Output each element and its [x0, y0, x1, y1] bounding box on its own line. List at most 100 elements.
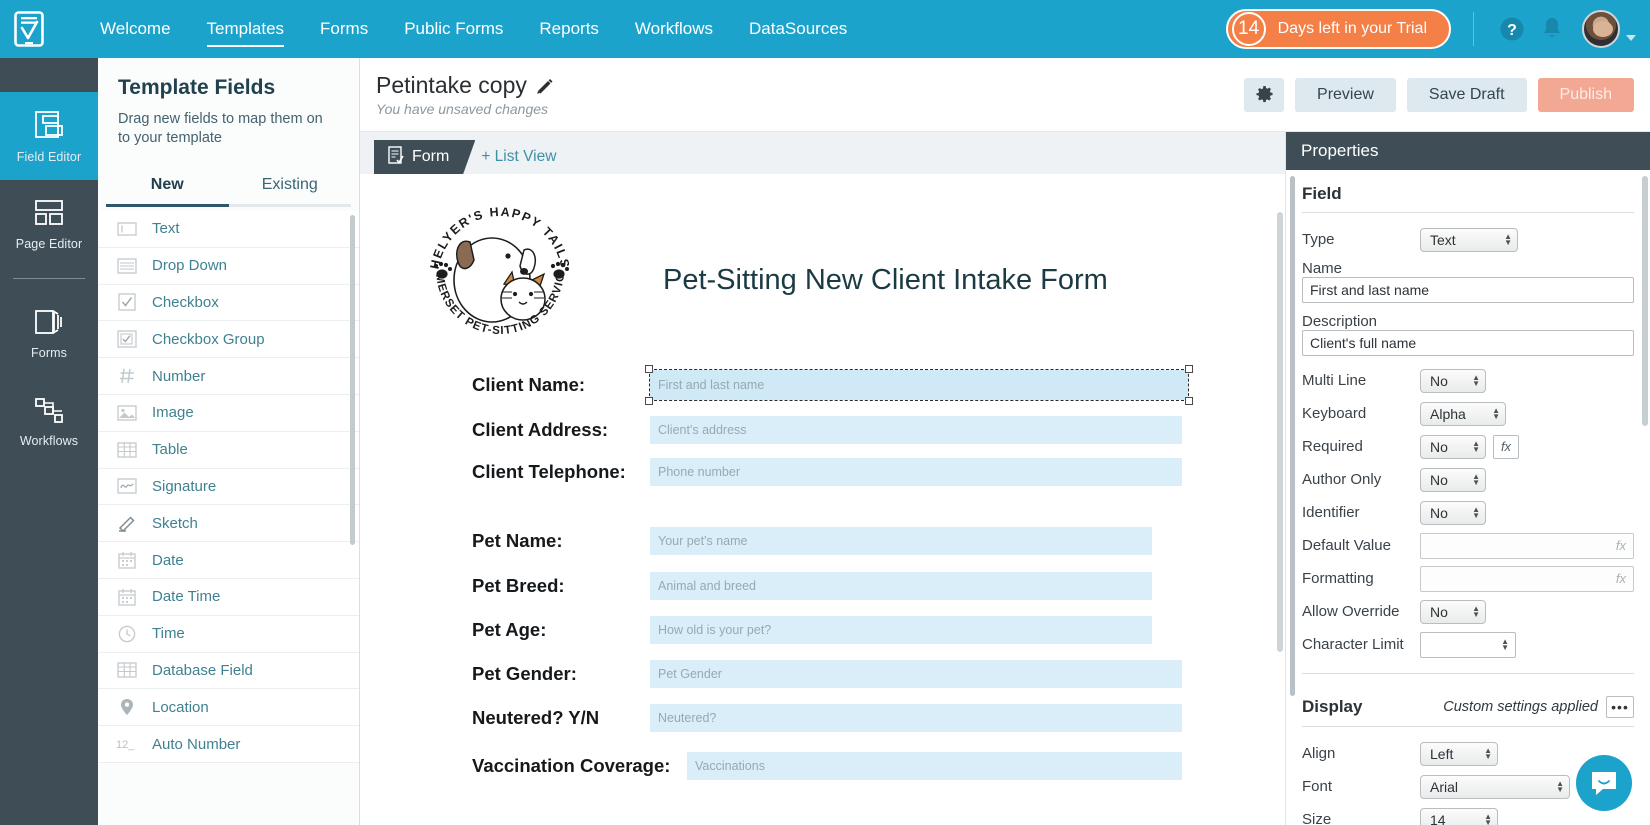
- rail-item-page-editor[interactable]: Page Editor: [0, 180, 98, 268]
- form-label-client-telephone: Client Telephone:: [472, 461, 626, 482]
- type-select[interactable]: Text ▲ ▼: [1420, 227, 1518, 252]
- template-fields-title: Template Fields: [118, 76, 276, 99]
- default-value-input[interactable]: fx: [1420, 532, 1634, 559]
- description-input[interactable]: [1302, 330, 1634, 356]
- field-label-number: Number: [152, 367, 206, 385]
- stepper-arrows-icon: ▲ ▼: [1556, 778, 1564, 794]
- publish-button[interactable]: Publish: [1537, 77, 1634, 112]
- main-nav-items: Welcome Templates Forms Public Forms Rep…: [82, 11, 865, 47]
- resize-handle-tl[interactable]: [645, 365, 653, 373]
- field-list-scrollbar[interactable]: [350, 215, 355, 545]
- multi-line-select[interactable]: No ▲ ▼: [1420, 368, 1486, 393]
- display-more-options-button[interactable]: •••: [1606, 696, 1634, 718]
- form-input-pet-breed[interactable]: Animal and breed: [650, 572, 1152, 600]
- property-row-identifier: Identifier No ▲ ▼: [1302, 496, 1634, 529]
- resize-handle-tr[interactable]: [1185, 365, 1193, 373]
- field-item-table[interactable]: Table: [98, 431, 359, 469]
- document-title-block: Petintake copy You have unsaved changes: [360, 72, 554, 117]
- resize-handle-bl[interactable]: [645, 397, 653, 405]
- help-circle-icon[interactable]: ?: [1492, 9, 1532, 49]
- form-input-pet-gender[interactable]: Pet Gender: [650, 660, 1182, 688]
- nav-item-datasources[interactable]: DataSources: [731, 11, 865, 47]
- property-row-author-only: Author Only No ▲ ▼: [1302, 463, 1634, 496]
- field-item-database-field[interactable]: Database Field: [98, 652, 359, 690]
- rail-item-forms[interactable]: Forms: [0, 289, 98, 377]
- property-label-name: Name: [1302, 260, 1343, 277]
- author-only-value: No: [1430, 471, 1448, 488]
- nav-item-forms[interactable]: Forms: [302, 11, 386, 47]
- nav-item-workflows[interactable]: Workflows: [617, 11, 731, 47]
- field-item-sketch[interactable]: Sketch: [98, 505, 359, 543]
- align-select[interactable]: Left ▲ ▼: [1420, 741, 1498, 766]
- bell-icon[interactable]: [1532, 9, 1572, 49]
- nav-item-templates[interactable]: Templates: [189, 11, 302, 47]
- template-header-bar: Petintake copy You have unsaved changes …: [360, 58, 1650, 132]
- pencil-edit-icon[interactable]: [536, 77, 554, 95]
- field-item-location[interactable]: Location: [98, 689, 359, 727]
- save-draft-button[interactable]: Save Draft: [1406, 77, 1527, 112]
- tab-form-view[interactable]: Form: [374, 140, 476, 174]
- nav-item-welcome[interactable]: Welcome: [82, 11, 189, 47]
- field-item-number[interactable]: Number: [98, 358, 359, 395]
- rail-item-field-editor[interactable]: Field Editor: [0, 92, 98, 180]
- form-input-client-telephone[interactable]: Phone number: [650, 458, 1182, 486]
- field-label-drop-down: Drop Down: [152, 257, 228, 275]
- rail-item-workflows[interactable]: Workflows: [0, 377, 98, 465]
- required-select[interactable]: No ▲ ▼: [1420, 434, 1486, 459]
- field-item-time[interactable]: Time: [98, 615, 359, 653]
- field-item-auto-number[interactable]: 12_ Auto Number: [98, 726, 359, 763]
- page-title: Petintake copy: [376, 72, 554, 99]
- form-row-pet-breed: Pet Breed: Animal and breed: [472, 572, 1152, 600]
- field-item-signature[interactable]: Signature: [98, 468, 359, 506]
- properties-panel: Properties Field Type Text ▲▼ Name Descr…: [1285, 132, 1650, 825]
- clipboard-check-icon[interactable]: [0, 0, 58, 58]
- nav-item-reports[interactable]: Reports: [521, 11, 617, 47]
- author-only-select[interactable]: No ▲ ▼: [1420, 467, 1486, 492]
- size-select[interactable]: 14 ▲ ▼: [1420, 807, 1498, 825]
- field-item-image[interactable]: Image: [98, 394, 359, 432]
- canvas-scrollbar[interactable]: [1277, 212, 1283, 652]
- field-item-drop-down[interactable]: Drop Down: [98, 247, 359, 285]
- property-row-allow-override: Allow Override No ▲ ▼: [1302, 595, 1634, 628]
- user-avatar[interactable]: [1582, 10, 1620, 48]
- allow-override-select[interactable]: No ▲ ▼: [1420, 599, 1486, 624]
- field-panel-tabs: New Existing: [98, 168, 359, 207]
- tab-list-view[interactable]: + List View: [481, 148, 556, 166]
- form-input-client-address[interactable]: Client's address: [650, 416, 1182, 444]
- field-item-date-time[interactable]: Date Time: [98, 578, 359, 616]
- character-limit-input[interactable]: ▲ ▼: [1420, 631, 1516, 658]
- required-formula-button[interactable]: fx: [1493, 434, 1519, 459]
- keyboard-select[interactable]: Alpha ▲ ▼: [1420, 401, 1506, 426]
- form-input-pet-name[interactable]: Your pet's name: [650, 527, 1152, 555]
- tab-new[interactable]: New: [106, 168, 229, 207]
- form-input-vaccination-coverage[interactable]: Vaccinations: [687, 752, 1182, 780]
- stepper-arrows-icon[interactable]: ▲ ▼: [1501, 637, 1509, 651]
- stepper-arrows-icon: ▲ ▼: [1492, 405, 1500, 421]
- form-canvas[interactable]: HELYER'S HAPPY TAILS SOMERSET PET-SITTIN…: [360, 174, 1285, 825]
- form-input-neutered[interactable]: Neutered?: [650, 704, 1182, 732]
- preview-button[interactable]: Preview: [1295, 77, 1396, 112]
- tab-existing[interactable]: Existing: [228, 168, 351, 207]
- field-item-checkbox[interactable]: Checkbox: [98, 284, 359, 322]
- top-navigation-bar: Welcome Templates Forms Public Forms Rep…: [0, 0, 1650, 58]
- gear-icon[interactable]: [1244, 77, 1285, 112]
- property-label-description: Description: [1302, 313, 1378, 330]
- properties-scrollbar[interactable]: [1642, 176, 1648, 426]
- form-label-pet-name: Pet Name:: [472, 530, 563, 551]
- text-field-icon: [116, 219, 138, 239]
- name-input[interactable]: [1302, 277, 1634, 303]
- font-select[interactable]: Arial ▲ ▼: [1420, 774, 1570, 799]
- identifier-select[interactable]: No ▲ ▼: [1420, 500, 1486, 525]
- field-item-date[interactable]: Date: [98, 542, 359, 579]
- field-item-checkbox-group[interactable]: Checkbox Group: [98, 321, 359, 359]
- field-item-text[interactable]: Text: [98, 211, 359, 248]
- formatting-input[interactable]: fx: [1420, 565, 1634, 592]
- form-input-client-name[interactable]: First and last name: [649, 369, 1189, 401]
- template-fields-panel: Template Fields Drag new fields to map t…: [98, 58, 360, 825]
- form-input-pet-age[interactable]: How old is your pet?: [650, 616, 1152, 644]
- trial-badge[interactable]: 14 Days left in your Trial: [1225, 9, 1451, 49]
- chevron-down-icon[interactable]: [1626, 35, 1636, 41]
- resize-handle-br[interactable]: [1185, 397, 1193, 405]
- chat-bubble-icon[interactable]: [1576, 755, 1632, 811]
- nav-item-public-forms[interactable]: Public Forms: [386, 11, 521, 47]
